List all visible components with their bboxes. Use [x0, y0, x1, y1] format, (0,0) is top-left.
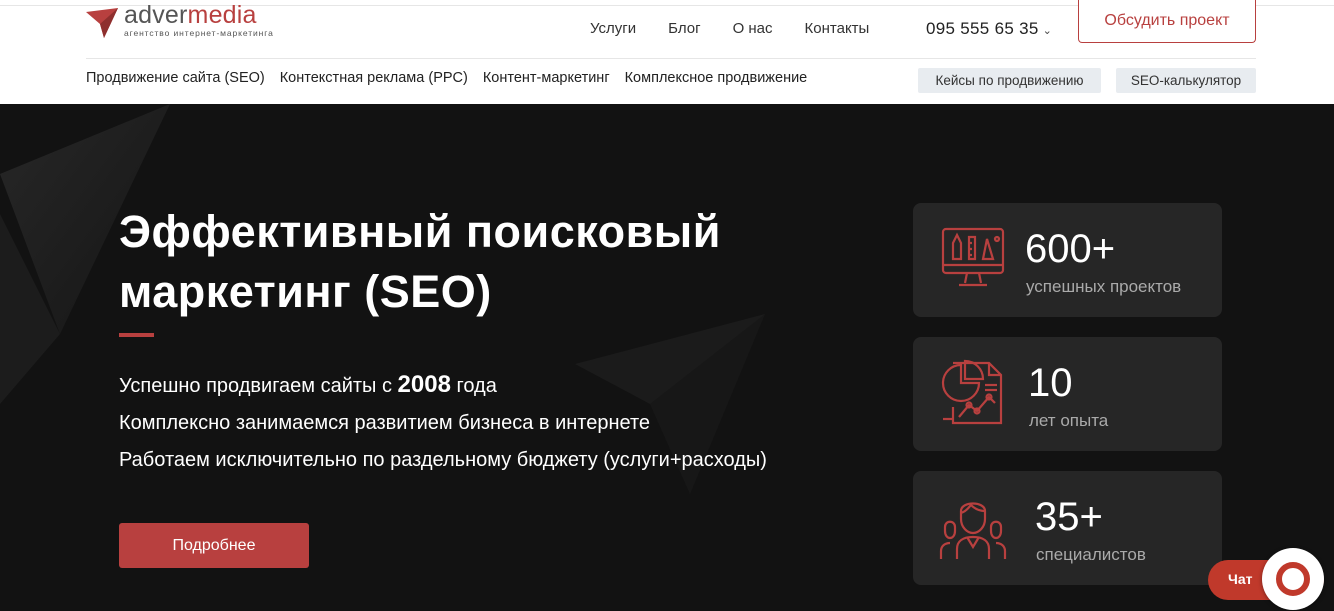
chevron-down-icon: ⌄ — [1042, 25, 1053, 37]
logo-wordmark: advermedia — [124, 1, 257, 29]
nav-item-contacts[interactable]: Контакты — [805, 20, 870, 37]
services-subnav: Продвижение сайта (SEO) Контекстная рекл… — [86, 70, 822, 86]
stat-card-projects: 600+ успешных проектов — [913, 203, 1222, 317]
site-header: advermedia агентство интернет-маркетинга… — [0, 0, 1334, 104]
phone-dropdown[interactable]: 095 555 65 35 ⌄ — [926, 19, 1052, 39]
chat-label: Чат — [1228, 571, 1253, 587]
stat-label: специалистов — [1036, 545, 1146, 564]
stat-number: 600+ — [1025, 227, 1116, 271]
hero-points: Успешно продвигаем сайты с 2008 года Ком… — [119, 366, 767, 479]
hero-section: Эффективный поисковый маркетинг (SEO) Ус… — [0, 104, 1334, 611]
stat-label: успешных проектов — [1026, 277, 1182, 296]
discuss-project-button[interactable]: Обсудить проект — [1078, 0, 1256, 43]
nav-item-about[interactable]: О нас — [733, 20, 773, 37]
nav-item-blog[interactable]: Блог — [668, 20, 700, 37]
subnav-item-complex[interactable]: Комплексное продвижение — [625, 70, 808, 86]
stat-card-years: 10 лет опыта — [913, 337, 1222, 451]
logo-tagline: агентство интернет-маркетинга — [124, 28, 274, 38]
team-icon — [939, 502, 1007, 559]
chat-widget[interactable]: Чат — [1208, 548, 1324, 610]
subnav-item-ppc[interactable]: Контекстная реклама (PPC) — [280, 70, 468, 86]
subnav-item-seo[interactable]: Продвижение сайта (SEO) — [86, 70, 265, 86]
more-button[interactable]: Подробнее — [119, 523, 309, 568]
subnav-item-content[interactable]: Контент-маркетинг — [483, 70, 610, 86]
phone-number: 095 555 65 35 — [926, 19, 1039, 38]
design-monitor-icon — [941, 227, 1005, 287]
paper-plane-icon — [86, 8, 118, 38]
hero-point-3: Работаем исключительно по раздельному бю… — [119, 449, 767, 471]
cases-chip[interactable]: Кейсы по продвижению — [918, 68, 1101, 93]
chat-ring-icon[interactable] — [1262, 548, 1324, 610]
nav-item-services[interactable]: Услуги — [590, 20, 636, 37]
stat-card-specialists: 35+ специалистов — [913, 471, 1222, 585]
title-underline — [119, 333, 154, 337]
header-divider — [86, 58, 1256, 59]
logo[interactable]: advermedia агентство интернет-маркетинга — [86, 1, 296, 40]
main-nav: Услуги Блог О нас Контакты — [590, 20, 869, 37]
hero-point-1: Успешно продвигаем сайты с 2008 года — [119, 371, 497, 398]
hero-title: Эффективный поисковый маркетинг (SEO) — [119, 206, 721, 317]
stat-number: 35+ — [1035, 495, 1103, 539]
stat-label: лет опыта — [1029, 411, 1109, 430]
stat-number: 10 — [1028, 361, 1073, 405]
report-chart-icon — [941, 359, 1003, 425]
hero-point-2: Комплексно занимаемся развитием бизнеса … — [119, 412, 651, 434]
seo-calculator-chip[interactable]: SEO-калькулятор — [1116, 68, 1256, 93]
